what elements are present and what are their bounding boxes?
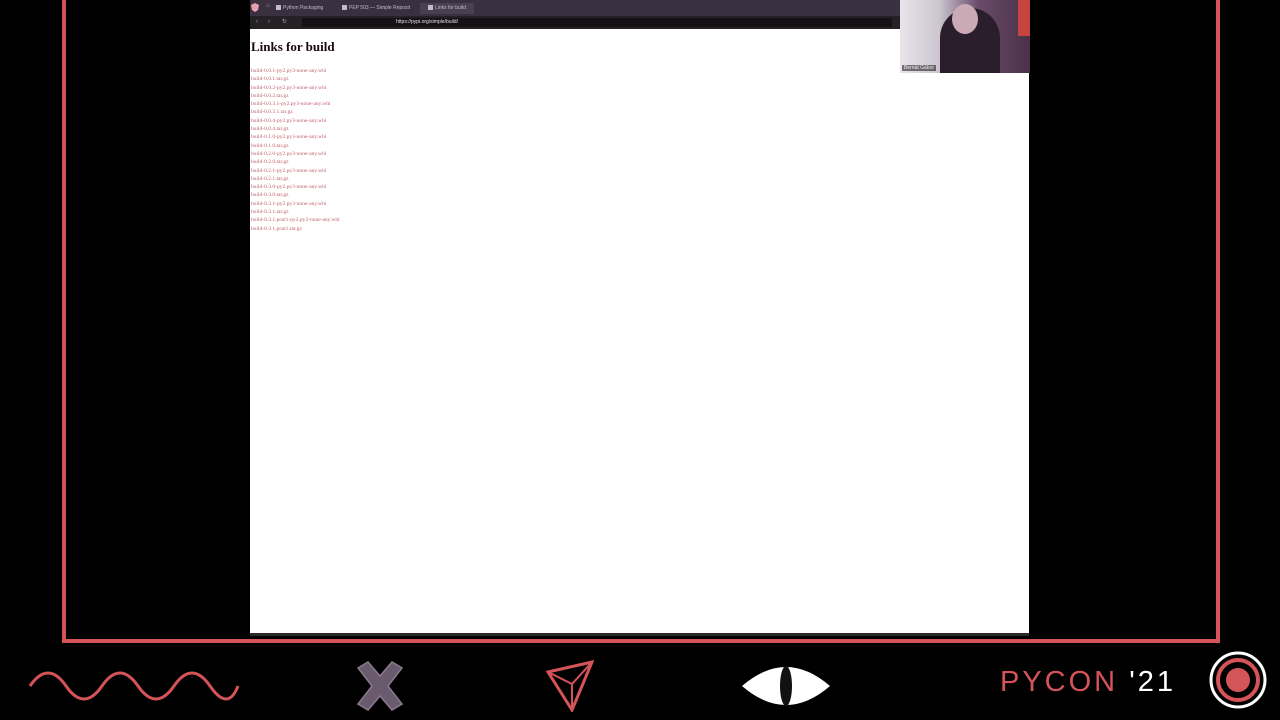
list-item: build-0.2.1-py2.py3-none-any.whl [251, 167, 340, 175]
package-file-link[interactable]: build-0.0.3.1.tar.gz [251, 108, 340, 116]
pycon-logo-text: PYCON '21 [1000, 666, 1176, 699]
target-icon [1209, 651, 1267, 709]
webcam-overlay: Bernát Gábor [900, 0, 1030, 73]
list-item: build-0.0.4.tar.gz [251, 125, 340, 133]
event-name: PYCON [1000, 666, 1119, 698]
list-item: build-0.0.1.tar.gz [251, 75, 340, 83]
list-item: build-0.0.3.1-py2.py3-none-any.whl [251, 100, 340, 108]
list-item: build-0.2.1.tar.gz [251, 175, 340, 183]
package-file-link[interactable]: build-0.2.1-py2.py3-none-any.whl [251, 167, 340, 175]
list-item: build-0.3.0-py2.py3-none-any.whl [251, 183, 340, 191]
back-icon[interactable]: ‹ [256, 19, 263, 26]
package-file-link[interactable]: build-0.3.1.post1.tar.gz [251, 225, 340, 233]
tab-label: Links for build [435, 5, 466, 11]
list-item: build-0.3.1.post1.tar.gz [251, 225, 340, 233]
package-file-link[interactable]: build-0.3.1.tar.gz [251, 208, 340, 216]
tab-favicon [342, 5, 347, 11]
forward-icon[interactable]: › [268, 19, 275, 26]
links-list: build-0.0.1-py2.py3-none-any.whl build-0.… [251, 67, 340, 233]
tab-label: Python Packaging [283, 5, 324, 11]
wave-icon [28, 671, 240, 701]
package-file-link[interactable]: build-0.1.0.tar.gz [251, 142, 340, 150]
package-file-link[interactable]: build-0.3.0.tar.gz [251, 191, 340, 199]
list-item: build-0.0.2-py2.py3-none-any.whl [251, 84, 340, 92]
webcam-red-object [1018, 0, 1030, 36]
tab-python-packaging[interactable]: Python Packaging [276, 3, 323, 14]
package-file-link[interactable]: build-0.2.0.tar.gz [251, 158, 340, 166]
package-file-link[interactable]: build-0.0.1.tar.gz [251, 75, 340, 83]
webcam-name-label: Bernát Gábor [902, 65, 937, 71]
address-bar: ‹ › ↻ https://pypi.org/simple/build/ [250, 16, 900, 29]
tab-bar: ⌂ Python Packaging PEP 503 — Simple Repo… [250, 0, 900, 16]
list-item: build-0.3.0.tar.gz [251, 191, 340, 199]
list-item: build-0.1.0.tar.gz [251, 142, 340, 150]
list-item: build-0.3.1.post1-py2.py3-none-any.whl [251, 216, 340, 224]
package-file-link[interactable]: build-0.0.4-py2.py3-none-any.whl [251, 117, 340, 125]
list-item: build-0.0.1-py2.py3-none-any.whl [251, 67, 340, 75]
url-input[interactable]: https://pypi.org/simple/build/ [302, 18, 892, 27]
list-item: build-0.2.0.tar.gz [251, 158, 340, 166]
package-file-link[interactable]: build-0.0.3.1-py2.py3-none-any.whl [251, 100, 340, 108]
list-item: build-0.0.3.1.tar.gz [251, 108, 340, 116]
package-file-link[interactable]: build-0.1.0-py2.py3-none-any.whl [251, 133, 340, 141]
package-file-link[interactable]: build-0.0.1-py2.py3-none-any.whl [251, 67, 340, 75]
reload-icon[interactable]: ↻ [282, 19, 289, 26]
browser-window: ⌂ Python Packaging PEP 503 — Simple Repo… [250, 0, 1029, 636]
browser-logo-icon [251, 3, 259, 12]
tab-home-icon[interactable]: ⌂ [266, 3, 273, 10]
tab-label: PEP 503 — Simple Reposit [349, 5, 411, 11]
status-bar [250, 633, 1029, 636]
package-file-link[interactable]: build-0.0.2.tar.gz [251, 92, 340, 100]
list-item: build-0.0.2.tar.gz [251, 92, 340, 100]
package-file-link[interactable]: build-0.2.1.tar.gz [251, 175, 340, 183]
package-file-link[interactable]: build-0.3.1.post1-py2.py3-none-any.whl [251, 216, 340, 224]
webcam-head [952, 4, 978, 34]
package-file-link[interactable]: build-0.0.2-py2.py3-none-any.whl [251, 84, 340, 92]
url-text: https://pypi.org/simple/build/ [396, 19, 458, 25]
branding-bar: PYCON '21 [0, 650, 1280, 720]
package-file-link[interactable]: build-0.0.4.tar.gz [251, 125, 340, 133]
triangle-icon [546, 660, 594, 712]
package-file-link[interactable]: build-0.3.1-py2.py3-none-any.whl [251, 200, 340, 208]
tab-favicon [276, 5, 281, 11]
list-item: build-0.2.0-py2.py3-none-any.whl [251, 150, 340, 158]
eye-icon [742, 666, 830, 706]
cross-icon [356, 661, 404, 711]
package-file-link[interactable]: build-0.2.0-py2.py3-none-any.whl [251, 150, 340, 158]
tab-favicon [428, 5, 433, 11]
list-item: build-0.1.0-py2.py3-none-any.whl [251, 133, 340, 141]
list-item: build-0.3.1-py2.py3-none-any.whl [251, 200, 340, 208]
package-file-link[interactable]: build-0.3.0-py2.py3-none-any.whl [251, 183, 340, 191]
list-item: build-0.3.1.tar.gz [251, 208, 340, 216]
list-item: build-0.0.4-py2.py3-none-any.whl [251, 117, 340, 125]
tab-pep-503[interactable]: PEP 503 — Simple Reposit [342, 3, 410, 14]
tab-links-for-build[interactable]: Links for build [420, 3, 474, 14]
page-title: Links for build [251, 39, 335, 54]
event-year: '21 [1129, 666, 1176, 698]
page-content: Links for build build-0.0.1-py2.py3-none… [250, 30, 1029, 636]
